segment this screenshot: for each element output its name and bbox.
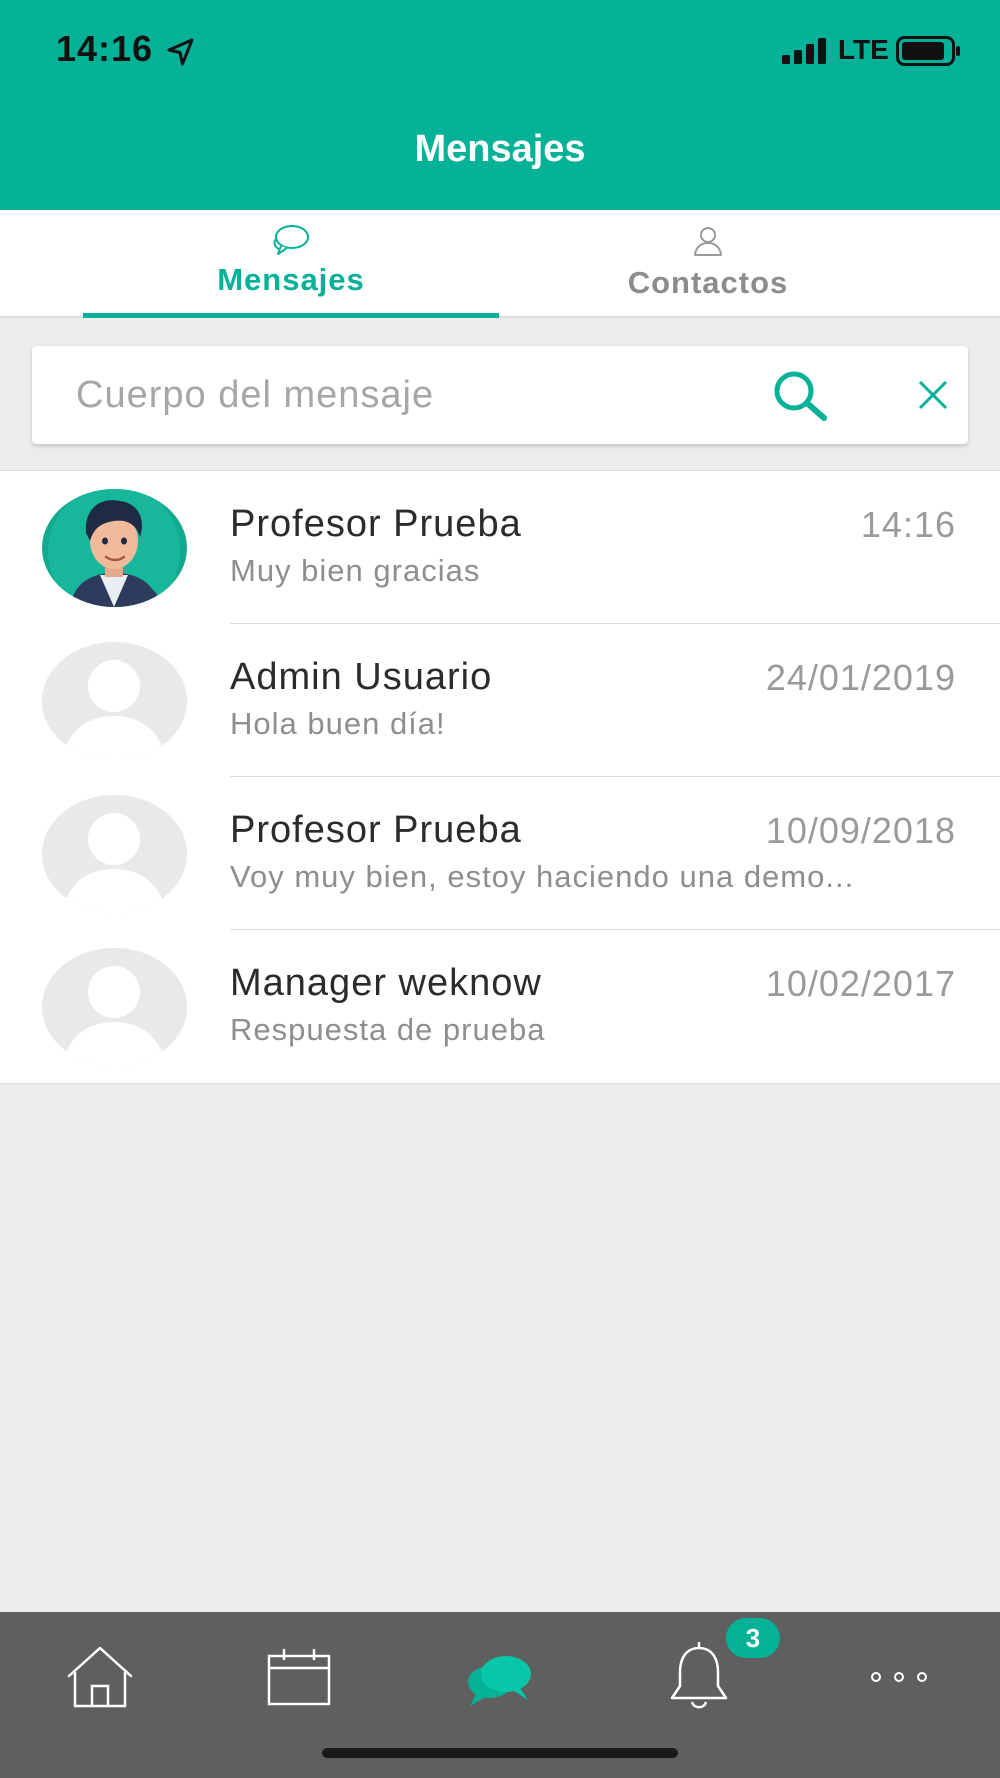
placeholder-avatar-icon [42, 642, 187, 760]
search-icon[interactable] [768, 368, 830, 422]
nav-more[interactable] [854, 1632, 944, 1722]
person-icon [694, 227, 722, 256]
message-preview: Hola buen día! [230, 706, 446, 741]
contact-name: Profesor Prueba [230, 809, 522, 851]
avatar [42, 489, 187, 607]
nav-calendar[interactable] [254, 1632, 344, 1722]
tab-bar: Mensajes Contactos [0, 210, 1000, 318]
avatar [42, 642, 187, 760]
home-icon [67, 1646, 133, 1708]
network-type: LTE [838, 34, 889, 65]
tab-contacts[interactable]: Contactos [500, 210, 916, 316]
notifications-badge: 3 [726, 1618, 780, 1658]
calendar-icon [267, 1649, 331, 1706]
active-tab-indicator [83, 313, 499, 318]
avatar [42, 948, 187, 1066]
tab-contacts-label: Contactos [627, 265, 789, 300]
conversation-list: Profesor Prueba 14:16 Muy bien gracias A… [0, 470, 1000, 1084]
message-preview: Muy bien gracias [230, 553, 481, 588]
status-time: 14:16 [56, 28, 154, 69]
app-header: 14:16 LTE Mensajes [0, 0, 1000, 210]
conversation-row[interactable]: Profesor Prueba 14:16 Muy bien gracias [0, 471, 1000, 624]
page-title: Mensajes [414, 128, 586, 170]
conversation-row[interactable]: Profesor Prueba 10/09/2018 Voy muy bien,… [0, 777, 1000, 930]
contact-name: Profesor Prueba [230, 503, 522, 545]
home-indicator[interactable] [322, 1748, 678, 1758]
search-bar [32, 346, 968, 444]
status-bar: 14:16 LTE [0, 0, 1000, 100]
conversation-row[interactable]: Manager weknow 10/02/2017 Respuesta de p… [0, 930, 1000, 1083]
nav-home[interactable] [55, 1632, 145, 1722]
message-date: 10/02/2017 [765, 963, 956, 1004]
message-date: 14:16 [860, 504, 956, 545]
message-preview: Voy muy bien, estoy haciendo una demo... [230, 859, 855, 894]
placeholder-avatar-icon [42, 948, 187, 1066]
location-arrow-icon [167, 38, 194, 66]
avatar [42, 795, 187, 913]
message-date: 10/09/2018 [765, 810, 956, 851]
contact-name: Admin Usuario [230, 656, 493, 698]
signal-bars-icon [782, 38, 826, 64]
more-icon [871, 1672, 927, 1682]
close-icon[interactable] [916, 378, 950, 412]
messages-screen: 14:16 LTE Mensajes Mensajes Contactos Cu… [0, 0, 1000, 1778]
chat-bubbles-icon [273, 225, 309, 255]
search-input[interactable] [76, 346, 776, 444]
placeholder-avatar-icon [42, 795, 187, 913]
message-preview: Respuesta de prueba [230, 1012, 546, 1047]
chat-bubbles-icon [468, 1656, 531, 1706]
nav-messages[interactable] [454, 1632, 544, 1722]
battery-icon [896, 36, 960, 66]
illustrated-avatar-icon [42, 489, 187, 607]
tab-messages[interactable]: Mensajes [83, 210, 499, 318]
tab-messages-label: Mensajes [217, 262, 365, 297]
contact-name: Manager weknow [230, 962, 542, 1004]
conversation-row[interactable]: Admin Usuario 24/01/2019 Hola buen día! [0, 624, 1000, 777]
message-date: 24/01/2019 [765, 657, 956, 698]
